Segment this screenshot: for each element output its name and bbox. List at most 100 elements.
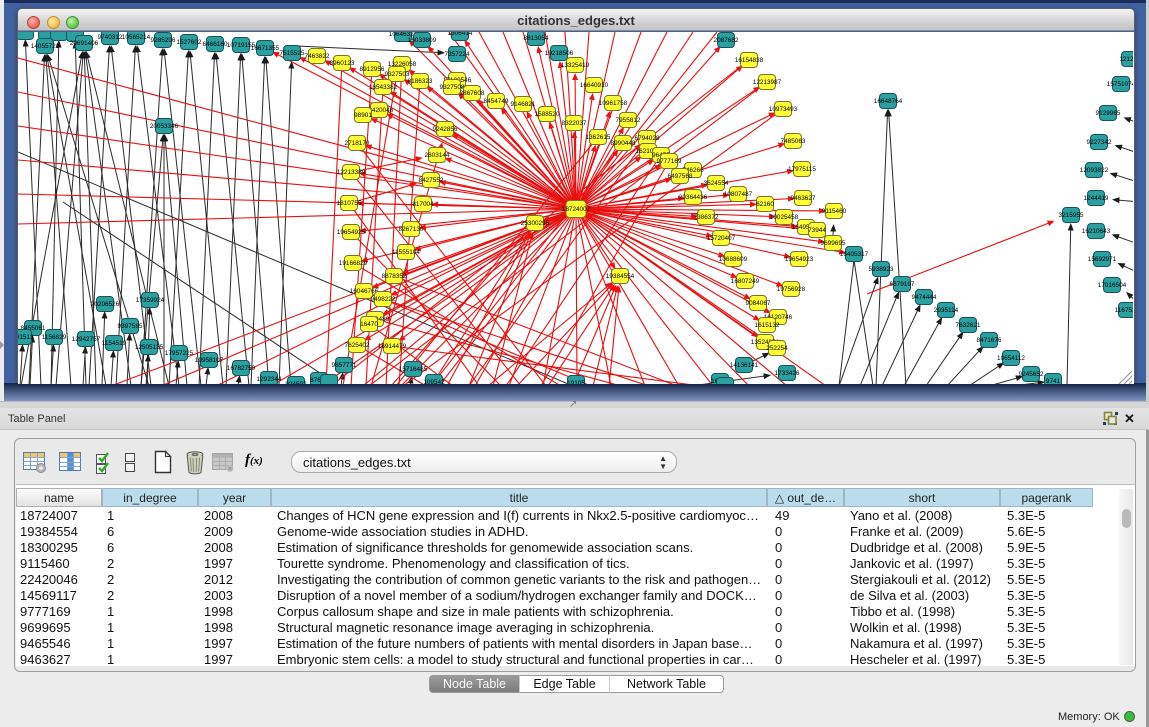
svg-text:16210643: 16210643 xyxy=(1082,228,1111,235)
svg-text:121213: 121213 xyxy=(1119,56,1133,63)
svg-text:9699695: 9699695 xyxy=(821,240,846,247)
svg-text:9740312: 9740312 xyxy=(98,34,123,41)
svg-text:9245652: 9245652 xyxy=(1019,371,1044,378)
svg-text:16405317: 16405317 xyxy=(840,251,869,258)
svg-text:16033809: 16033809 xyxy=(408,37,437,44)
svg-text:8813054: 8813054 xyxy=(524,35,549,42)
svg-text:7955812: 7955812 xyxy=(616,117,641,124)
svg-text:10025458: 10025458 xyxy=(770,214,799,221)
svg-text:16648764: 16648764 xyxy=(874,98,903,105)
svg-text:2718170: 2718170 xyxy=(345,140,370,147)
svg-text:10973493: 10973493 xyxy=(769,106,798,113)
svg-text:16543382: 16543382 xyxy=(369,84,398,91)
svg-text:8322037: 8322037 xyxy=(562,120,587,127)
svg-text:16807249: 16807249 xyxy=(731,278,760,285)
svg-text:10807487: 10807487 xyxy=(724,191,753,198)
svg-text:9463627: 9463627 xyxy=(791,195,816,202)
svg-text:15720407: 15720407 xyxy=(707,235,736,242)
svg-text:1244419: 1244419 xyxy=(1084,195,1109,202)
svg-text:17975115: 17975115 xyxy=(788,166,816,173)
svg-text:9129965: 9129965 xyxy=(1096,110,1121,117)
svg-text:19756928: 19756928 xyxy=(777,286,806,293)
svg-text:2803144: 2803144 xyxy=(425,152,450,159)
svg-text:12942757: 12942757 xyxy=(72,336,101,343)
svg-text:11555104: 11555104 xyxy=(392,249,420,256)
svg-text:1588520: 1588520 xyxy=(535,111,560,118)
svg-text:1154519: 1154519 xyxy=(102,340,127,347)
svg-text:19654923: 19654923 xyxy=(785,256,814,263)
svg-text:19166829: 19166829 xyxy=(339,260,368,267)
svg-text:9146821: 9146821 xyxy=(511,101,536,108)
svg-text:13325419: 13325419 xyxy=(561,62,590,69)
svg-text:9084067: 9084067 xyxy=(746,300,771,307)
svg-text:8471676: 8471676 xyxy=(977,337,1002,344)
svg-text:9498222: 9498222 xyxy=(371,296,396,303)
svg-text:12505135: 12505135 xyxy=(135,344,164,351)
svg-text:16671355: 16671355 xyxy=(251,45,280,52)
svg-text:391513: 391513 xyxy=(18,334,34,341)
svg-text:3215955: 3215955 xyxy=(1059,212,1084,219)
svg-text:16154838: 16154838 xyxy=(735,57,764,64)
svg-text:1156829: 1156829 xyxy=(42,334,67,341)
svg-text:9327503: 9327503 xyxy=(385,71,410,78)
svg-text:20053346: 20053346 xyxy=(150,123,179,130)
svg-text:15716485: 15716485 xyxy=(399,366,428,373)
svg-text:6466160: 6466160 xyxy=(203,41,228,48)
svg-text:1733426: 1733426 xyxy=(775,370,800,377)
svg-text:19105: 19105 xyxy=(567,380,585,384)
svg-text:109542: 109542 xyxy=(423,379,445,384)
svg-text:16470: 16470 xyxy=(360,321,378,328)
svg-text:9242856: 9242856 xyxy=(433,126,458,133)
svg-text:19384554: 19384554 xyxy=(606,273,635,280)
svg-text:20364436: 20364436 xyxy=(679,194,708,201)
svg-text:10961758: 10961758 xyxy=(599,100,628,107)
svg-text:1527602: 1527602 xyxy=(177,39,202,46)
svg-text:2935114: 2935114 xyxy=(934,307,959,314)
svg-text:6879197: 6879197 xyxy=(890,281,915,288)
svg-text:9227342: 9227342 xyxy=(1087,139,1112,146)
svg-text:8267130: 8267130 xyxy=(399,226,424,233)
svg-text:817004: 817004 xyxy=(412,201,434,208)
svg-text:1306414: 1306414 xyxy=(448,32,473,37)
svg-text:9397585: 9397585 xyxy=(118,323,143,330)
svg-text:20206526: 20206526 xyxy=(91,301,120,308)
svg-text:18724007: 18724007 xyxy=(562,206,591,213)
svg-text:1167531: 1167531 xyxy=(1115,307,1133,314)
svg-text:62160: 62160 xyxy=(756,201,774,208)
svg-text:9474444: 9474444 xyxy=(912,294,937,301)
svg-text:1810755: 1810755 xyxy=(337,200,362,207)
svg-text:16782759: 16782759 xyxy=(227,365,256,372)
svg-text:12093822: 12093822 xyxy=(1080,167,1109,174)
svg-text:20691406: 20691406 xyxy=(70,40,99,47)
svg-text:2867608: 2867608 xyxy=(460,90,485,97)
svg-text:10688609: 10688609 xyxy=(719,256,748,263)
svg-text:9741: 9741 xyxy=(1046,378,1061,384)
svg-text:8960123: 8960123 xyxy=(330,60,355,67)
svg-text:14055721: 14055721 xyxy=(31,43,60,50)
svg-text:16640910: 16640910 xyxy=(580,82,609,89)
svg-text:10654112: 10654112 xyxy=(997,355,1025,362)
svg-text:8878352: 8878352 xyxy=(382,273,407,280)
svg-text:2087682: 2087682 xyxy=(714,37,739,44)
svg-text:3624554: 3624554 xyxy=(704,180,729,187)
svg-text:924502: 924502 xyxy=(285,381,307,384)
svg-text:252254: 252254 xyxy=(766,345,788,352)
svg-text:5938923: 5938923 xyxy=(869,266,894,273)
svg-text:7485063: 7485063 xyxy=(781,138,806,145)
svg-text:17359924: 17359924 xyxy=(136,297,165,304)
svg-text:1615132: 1615132 xyxy=(755,322,780,329)
svg-text:8427552: 8427552 xyxy=(419,177,444,184)
svg-text:17016504: 17016504 xyxy=(1098,282,1127,289)
svg-text:9857771: 9857771 xyxy=(332,362,357,369)
svg-text:10565214: 10565214 xyxy=(122,34,151,41)
svg-text:9777169: 9777169 xyxy=(657,158,682,165)
svg-text:19218506: 19218506 xyxy=(545,50,574,57)
svg-text:7625402: 7625402 xyxy=(345,342,370,349)
svg-text:12213987: 12213987 xyxy=(753,79,782,86)
svg-text:98901: 98901 xyxy=(354,112,372,119)
svg-text:7357224: 7357224 xyxy=(445,51,470,58)
svg-text:8454749: 8454749 xyxy=(484,98,509,105)
svg-text:1292344: 1292344 xyxy=(257,376,282,383)
svg-text:7386372: 7386372 xyxy=(694,214,719,221)
svg-text:7632621: 7632621 xyxy=(956,322,981,329)
